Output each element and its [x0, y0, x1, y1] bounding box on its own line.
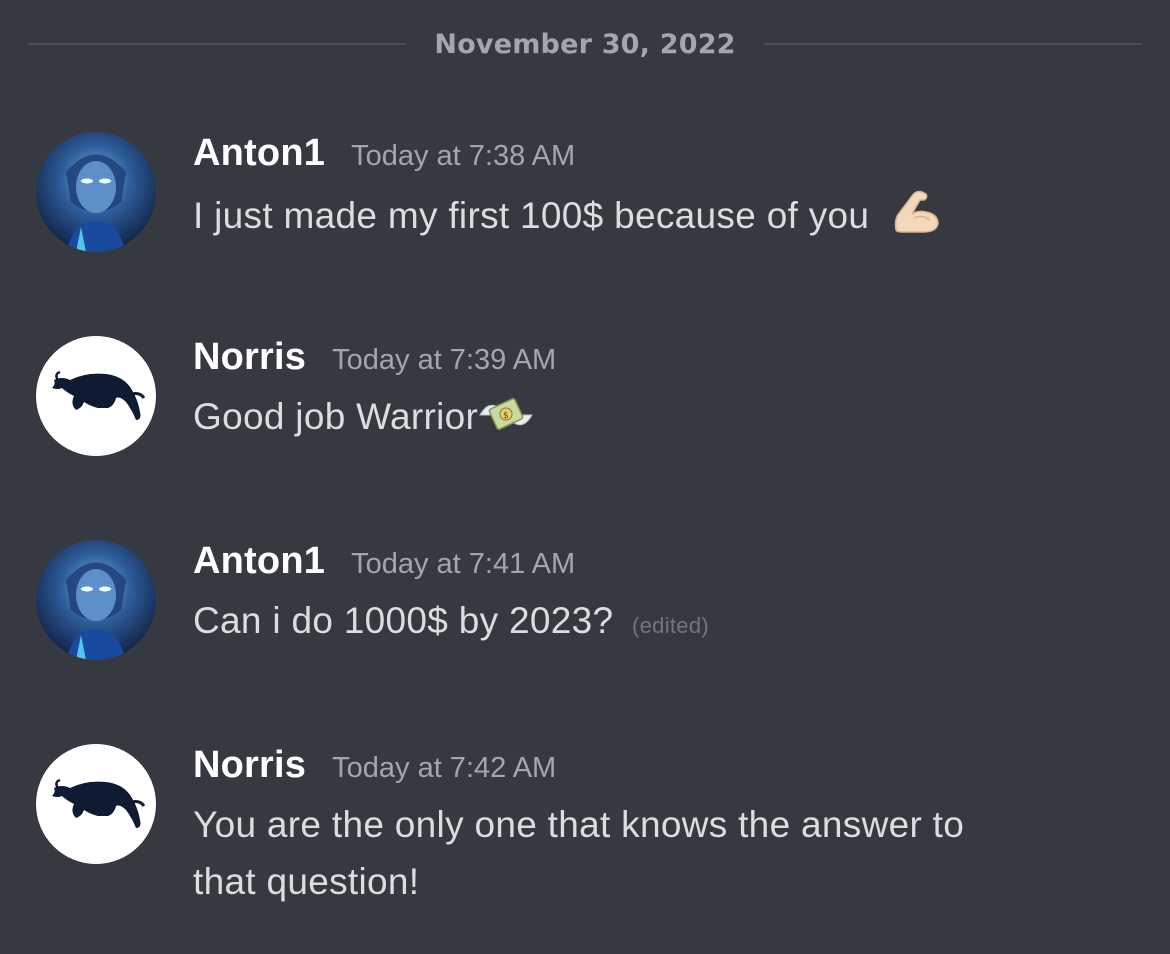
edited-label: (edited): [632, 613, 709, 638]
username[interactable]: Anton1: [193, 540, 325, 583]
message-text-line-2: that question!: [193, 861, 420, 902]
timestamp[interactable]: Today at 7:41 AM: [351, 548, 575, 581]
message-content: Norris Today at 7:42 AM You are the only…: [193, 744, 1113, 910]
bull-logo-icon: [36, 744, 156, 864]
money-with-wings-icon: $: [478, 393, 534, 453]
username[interactable]: Norris: [193, 336, 306, 379]
avatar-norris[interactable]: [36, 744, 156, 864]
timestamp[interactable]: Today at 7:42 AM: [332, 752, 556, 785]
timestamp[interactable]: Today at 7:38 AM: [351, 140, 575, 173]
divider-line-right: [763, 43, 1143, 45]
avatar-anton1[interactable]: [36, 132, 156, 252]
avatar-anton1[interactable]: [36, 540, 156, 660]
anton-avatar-icon: [36, 540, 156, 660]
anton-avatar-icon: [36, 132, 156, 252]
message-text-body: I just made my first 100$ because of you: [193, 195, 870, 236]
svg-text:$: $: [503, 411, 509, 421]
message-text: Can i do 1000$ by 2023? (edited): [193, 592, 1113, 654]
message-header: Anton1 Today at 7:38 AM: [193, 132, 1113, 184]
timestamp[interactable]: Today at 7:39 AM: [332, 344, 556, 377]
message-text: You are the only one that knows the answ…: [193, 796, 1113, 910]
message-content: Anton1 Today at 7:38 AM I just made my f…: [193, 132, 1113, 252]
username[interactable]: Anton1: [193, 132, 325, 175]
message-header: Anton1 Today at 7:41 AM: [193, 540, 1113, 592]
username[interactable]: Norris: [193, 744, 306, 787]
bull-logo-icon: [36, 336, 156, 456]
message-header: Norris Today at 7:39 AM: [193, 336, 1113, 388]
message-header: Norris Today at 7:42 AM: [193, 744, 1113, 796]
divider-date: November 30, 2022: [434, 28, 736, 60]
chat-messages-pane: November 30, 2022 Anton1 Today at 7:38 A…: [0, 0, 1170, 954]
message-text: Good job Warrior $: [193, 388, 1113, 453]
message-text: I just made my first 100$ because of you: [193, 184, 1113, 252]
message-text-body: Can i do 1000$ by 2023?: [193, 600, 614, 641]
message-content: Anton1 Today at 7:41 AM Can i do 1000$ b…: [193, 540, 1113, 654]
avatar-norris[interactable]: [36, 336, 156, 456]
flexed-biceps-icon: [890, 184, 942, 252]
divider-line-left: [28, 43, 407, 45]
message-text-body: Good job Warrior: [193, 396, 479, 437]
date-divider: November 30, 2022: [28, 24, 1143, 64]
message-content: Norris Today at 7:39 AM Good job Warrior…: [193, 336, 1113, 453]
message-text-line-1: You are the only one that knows the answ…: [193, 804, 965, 845]
